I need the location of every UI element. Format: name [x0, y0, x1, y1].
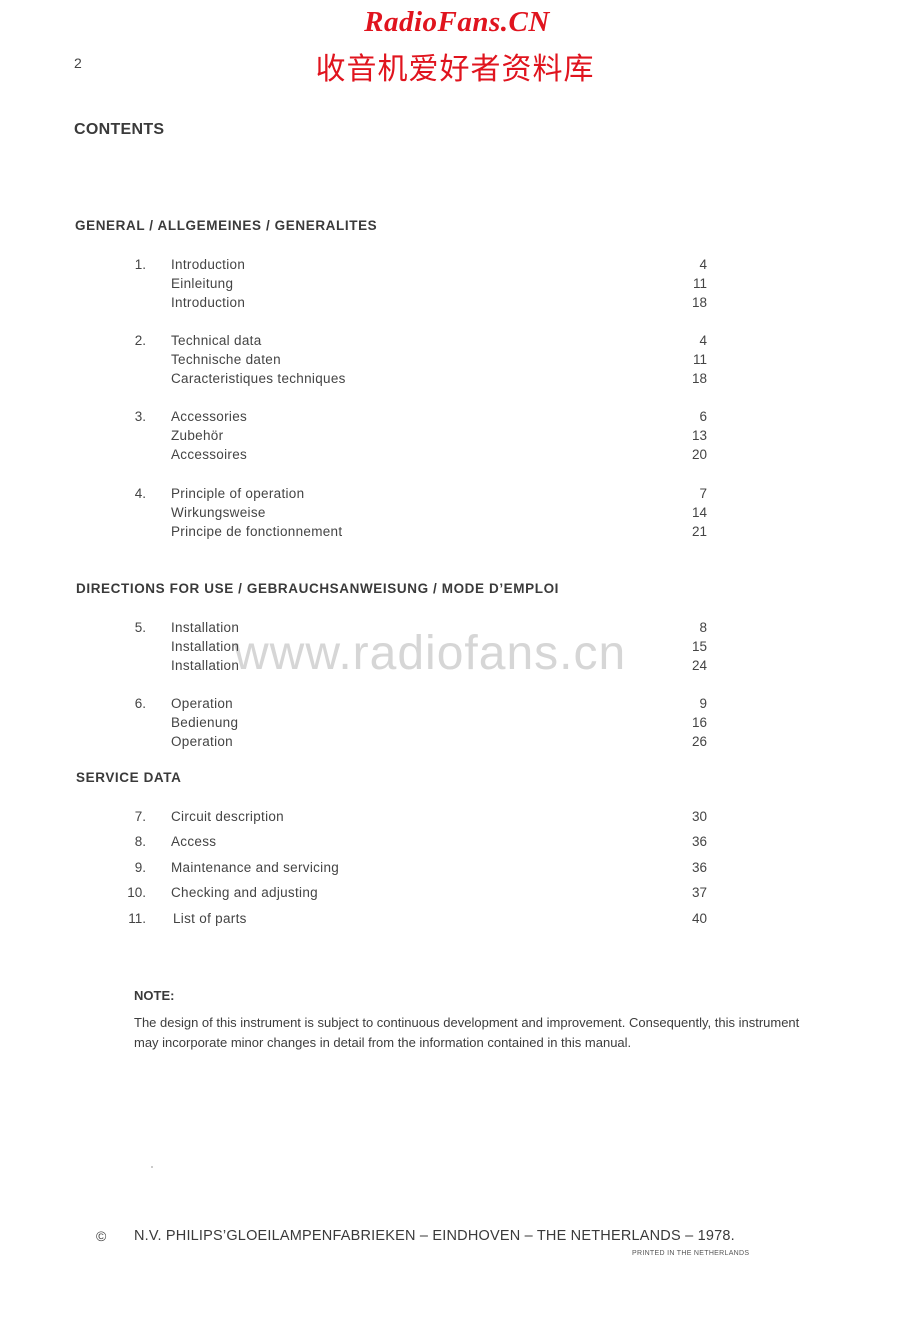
toc-entry-page[interactable]: 9 [667, 696, 707, 711]
printed-in-label: PRINTED IN THE NETHERLANDS [632, 1250, 750, 1257]
watermark-title: RadioFans.CN [364, 6, 550, 38]
entry-number: 8. [134, 834, 146, 849]
toc-entry-page[interactable]: 11 [667, 276, 707, 291]
toc-entry-title[interactable]: Circuit description [171, 809, 284, 824]
toc-entry-page[interactable]: 40 [667, 911, 707, 926]
toc-entry-title[interactable]: Technical data [171, 333, 262, 348]
toc-entry-page[interactable]: 8 [667, 620, 707, 635]
page-title: CONTENTS [74, 121, 165, 138]
toc-entry-title[interactable]: Accessoires [171, 447, 247, 462]
toc-entry-title[interactable]: Zubehör [171, 428, 223, 443]
toc-entry-page[interactable]: 4 [667, 333, 707, 348]
toc-entry-page[interactable]: 16 [667, 715, 707, 730]
footer-publisher: N.V. PHILIPS’GLOEILAMPENFABRIEKEN – EIND… [134, 1228, 735, 1244]
entry-number: 10. [127, 885, 146, 900]
toc-entry-page[interactable]: 36 [667, 860, 707, 875]
toc-entry-page[interactable]: 7 [667, 486, 707, 501]
toc-entry-title[interactable]: Principe de fonctionnement [171, 524, 342, 539]
entry-number: 9. [134, 860, 146, 875]
toc-entry-title[interactable]: Principle of operation [171, 486, 304, 501]
toc-entry-page[interactable]: 18 [667, 295, 707, 310]
toc-entry-title[interactable]: Operation [171, 734, 233, 749]
entry-number: 4. [134, 486, 146, 501]
toc-entry-page[interactable]: 14 [667, 505, 707, 520]
toc-entry-title[interactable]: Caracteristiques techniques [171, 371, 346, 386]
section-heading: SERVICE DATA [76, 770, 182, 785]
toc-entry-title[interactable]: Bedienung [171, 715, 238, 730]
toc-entry-page[interactable]: 13 [667, 428, 707, 443]
toc-entry-title[interactable]: Installation [171, 639, 239, 654]
note-label: NOTE: [134, 988, 175, 1003]
entry-number: 1. [134, 257, 146, 272]
entry-number: 5. [134, 620, 146, 635]
toc-entry-page[interactable]: 24 [667, 658, 707, 673]
toc-entry-title[interactable]: Einleitung [171, 276, 233, 291]
toc-entry-page[interactable]: 15 [667, 639, 707, 654]
toc-entry-page[interactable]: 11 [667, 352, 707, 367]
toc-entry-page[interactable]: 37 [667, 885, 707, 900]
toc-entry-page[interactable]: 6 [667, 409, 707, 424]
toc-entry-title[interactable]: Access [171, 834, 216, 849]
toc-entry-title[interactable]: Accessories [171, 409, 247, 424]
toc-entry-page[interactable]: 36 [667, 834, 707, 849]
watermark-subtitle: 收音机爱好者资料库 [315, 52, 595, 87]
toc-entry-page[interactable]: 4 [667, 257, 707, 272]
toc-entry-page[interactable]: 30 [667, 809, 707, 824]
entry-number: 2. [134, 333, 146, 348]
toc-entry-page[interactable]: 26 [667, 734, 707, 749]
entry-number: 7. [134, 809, 146, 824]
toc-entry-title[interactable]: List of parts [173, 911, 247, 926]
entry-number: 3. [134, 409, 146, 424]
copyright-icon: © [96, 1228, 107, 1244]
toc-entry-page[interactable]: 20 [667, 447, 707, 462]
toc-entry-title[interactable]: Maintenance and servicing [171, 860, 339, 875]
section-heading: DIRECTIONS FOR USE / GEBRAUCHSANWEISUNG … [76, 581, 560, 596]
toc-entry-page[interactable]: 21 [667, 524, 707, 539]
entry-number: 6. [134, 696, 146, 711]
toc-entry-title[interactable]: Introduction [171, 257, 245, 272]
toc-entry-title[interactable]: Technische daten [171, 352, 281, 367]
toc-entry-title[interactable]: Installation [171, 658, 239, 673]
note-text: The design of this instrument is subject… [134, 1015, 800, 1050]
entry-number: 11. [128, 911, 146, 926]
toc-entry-title[interactable]: Installation [171, 620, 239, 635]
scan-speck [151, 1166, 153, 1168]
toc-entry-title[interactable]: Wirkungsweise [171, 505, 266, 520]
toc-entry-title[interactable]: Operation [171, 696, 233, 711]
toc-entry-page[interactable]: 18 [667, 371, 707, 386]
page-number: 2 [74, 55, 82, 71]
watermark-web: www.radiofans.cn [234, 627, 627, 680]
toc-entry-title[interactable]: Checking and adjusting [171, 885, 318, 900]
toc-entry-title[interactable]: Introduction [171, 295, 245, 310]
section-heading: GENERAL / ALLGEMEINES / GENERALITES [75, 218, 378, 233]
